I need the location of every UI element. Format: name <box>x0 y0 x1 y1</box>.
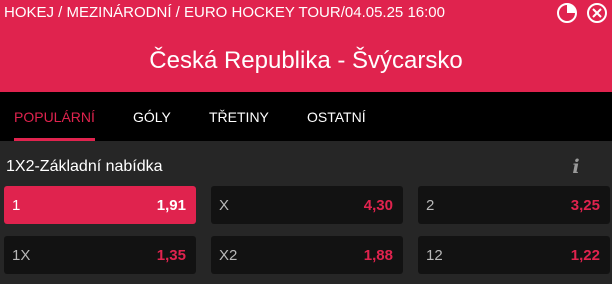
close-icon[interactable] <box>586 2 608 24</box>
match-title: Česká Republika - Švýcarsko <box>149 47 463 74</box>
pie-chart-icon[interactable] <box>556 2 578 24</box>
tab-goly[interactable]: GÓLY <box>133 92 171 141</box>
odds-value: 1,22 <box>570 247 600 264</box>
market-tabs: POPULÁRNÍ GÓLY TŘETINY OSTATNÍ <box>0 92 612 141</box>
odds-value: 1,91 <box>156 197 186 214</box>
odds-value: 3,25 <box>570 197 600 214</box>
odds-button-2[interactable]: 2 3,25 <box>418 186 610 224</box>
tab-label: POPULÁRNÍ <box>14 109 95 125</box>
odds-button-x2[interactable]: X2 1,88 <box>211 236 403 274</box>
tab-popularni[interactable]: POPULÁRNÍ <box>14 92 95 141</box>
odds-button-12[interactable]: 12 1,22 <box>418 236 610 274</box>
active-tab-indicator <box>14 138 95 141</box>
info-icon[interactable]: i <box>569 156 583 178</box>
odds-label: X2 <box>219 247 238 264</box>
odds-label: 1X <box>12 247 31 264</box>
odds-value: 1,35 <box>156 247 186 264</box>
tab-tretiny[interactable]: TŘETINY <box>209 92 269 141</box>
odds-button-1x[interactable]: 1X 1,35 <box>4 236 196 274</box>
odds-label: 2 <box>426 197 435 214</box>
odds-button-x[interactable]: X 4,30 <box>211 186 403 224</box>
tab-label: GÓLY <box>133 109 171 125</box>
odds-value: 1,88 <box>363 247 393 264</box>
odds-label: X <box>219 197 230 214</box>
tab-label: TŘETINY <box>209 109 269 125</box>
odds-value: 4,30 <box>363 197 393 214</box>
breadcrumb: HOKEJ / MEZINÁRODNÍ / EURO HOCKEY TOUR/0… <box>4 4 445 21</box>
odds-button-1[interactable]: 1 1,91 <box>4 186 196 224</box>
tab-ostatni[interactable]: OSTATNÍ <box>307 92 366 141</box>
match-header: HOKEJ / MEZINÁRODNÍ / EURO HOCKEY TOUR/0… <box>0 0 612 92</box>
odds-label: 12 <box>426 247 443 264</box>
odds-label: 1 <box>12 197 21 214</box>
market-title: 1X2-Základní nabídka <box>6 158 163 175</box>
tab-label: OSTATNÍ <box>307 109 366 125</box>
